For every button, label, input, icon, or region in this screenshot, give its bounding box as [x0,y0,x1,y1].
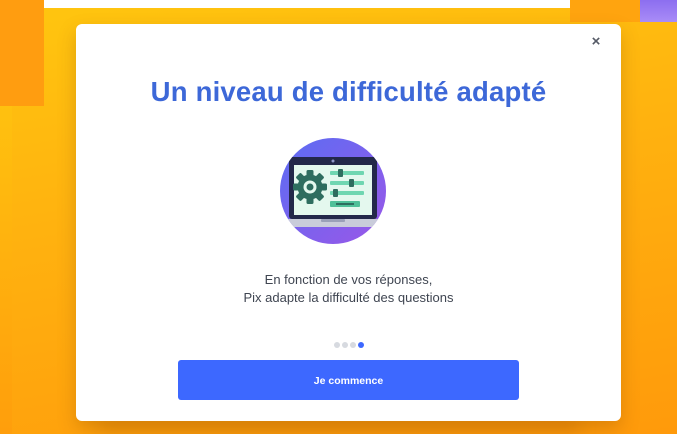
tutorial-modal: × Un niveau de difficulté adapté En fonc… [76,24,621,421]
background-purple-corner [640,0,677,22]
laptop-camera [331,159,335,163]
tutorial-pager [76,342,621,348]
screen-button-text [336,203,354,205]
pager-dot[interactable] [357,342,364,348]
slider-track-1 [330,171,364,175]
background-left-edge [0,106,12,434]
start-button[interactable]: Je commence [178,360,519,400]
laptop-notch [321,219,345,222]
modal-description: En fonction de vos réponses, Pix adapte … [76,271,621,307]
pager-dot[interactable] [341,342,348,348]
background-header-strip [44,0,570,8]
slider-track-2 [330,181,364,185]
slider-knob-2 [349,179,354,187]
gear-icon [293,170,327,204]
pager-dot[interactable] [349,342,356,348]
laptop-settings-illustration [280,138,386,244]
laptop-settings-icon [277,135,389,247]
page-background: × Un niveau de difficulté adapté En fonc… [0,0,677,434]
close-icon[interactable]: × [587,33,605,51]
modal-title: Un niveau de difficulté adapté [150,76,547,107]
description-line-2: Pix adapte la difficulté des questions [243,290,454,305]
slider-knob-3 [333,189,338,197]
description-line-1: En fonction de vos réponses, [264,272,433,287]
background-orange-block-right [570,0,640,22]
pager-dot[interactable] [333,342,340,348]
background-orange-block [0,0,44,106]
slider-knob-1 [338,169,343,177]
